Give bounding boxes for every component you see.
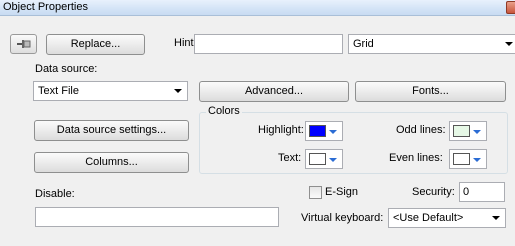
object-properties-window: Object Properties Replace... Hint: Grid …	[0, 0, 515, 246]
close-icon[interactable]	[506, 1, 515, 14]
even-lines-color-picker[interactable]	[449, 149, 487, 169]
highlight-label: Highlight:	[258, 124, 304, 136]
data-source-combo[interactable]: Text File	[33, 81, 188, 101]
replace-button[interactable]: Replace...	[46, 34, 145, 55]
text-color-picker[interactable]	[305, 149, 343, 169]
chevron-down-icon	[329, 158, 337, 162]
even-lines-label: Even lines:	[389, 152, 443, 164]
virtual-keyboard-value: <Use Default>	[393, 212, 464, 224]
odd-lines-label: Odd lines:	[396, 124, 446, 136]
even-lines-swatch	[453, 153, 470, 165]
window-title: Object Properties	[3, 1, 88, 13]
esign-checkbox[interactable]	[309, 186, 322, 199]
odd-lines-color-picker[interactable]	[449, 121, 487, 141]
data-source-settings-button[interactable]: Data source settings...	[34, 120, 189, 141]
chevron-down-icon	[329, 130, 337, 134]
chevron-down-icon	[505, 42, 513, 46]
data-source-label: Data source:	[35, 63, 98, 75]
title-bar: Object Properties	[0, 0, 515, 16]
virtual-keyboard-label: Virtual keyboard:	[301, 212, 384, 224]
data-source-value: Text File	[38, 85, 79, 97]
esign-label: E-Sign	[325, 186, 359, 198]
highlight-swatch	[309, 125, 326, 137]
chevron-down-icon	[492, 216, 500, 220]
colors-group-title: Colors	[206, 105, 242, 117]
chevron-down-icon	[473, 130, 481, 134]
pushpin-icon	[17, 40, 31, 48]
text-color-swatch	[309, 153, 326, 165]
advanced-button[interactable]: Advanced...	[199, 81, 349, 102]
security-label: Security:	[412, 186, 455, 198]
pin-button[interactable]	[10, 34, 37, 54]
security-input[interactable]: 0	[459, 182, 505, 202]
chevron-down-icon	[473, 158, 481, 162]
fonts-button[interactable]: Fonts...	[355, 81, 506, 102]
text-color-label: Text:	[278, 152, 302, 164]
columns-button[interactable]: Columns...	[34, 152, 189, 173]
highlight-color-picker[interactable]	[305, 121, 343, 141]
virtual-keyboard-combo[interactable]: <Use Default>	[388, 208, 506, 228]
hint-input[interactable]	[194, 34, 343, 54]
type-combo-value: Grid	[353, 38, 374, 50]
disable-label: Disable:	[35, 188, 75, 200]
type-combo[interactable]: Grid	[348, 34, 515, 54]
disable-input[interactable]	[35, 207, 279, 227]
chevron-down-icon	[174, 89, 182, 93]
odd-lines-swatch	[453, 125, 470, 137]
